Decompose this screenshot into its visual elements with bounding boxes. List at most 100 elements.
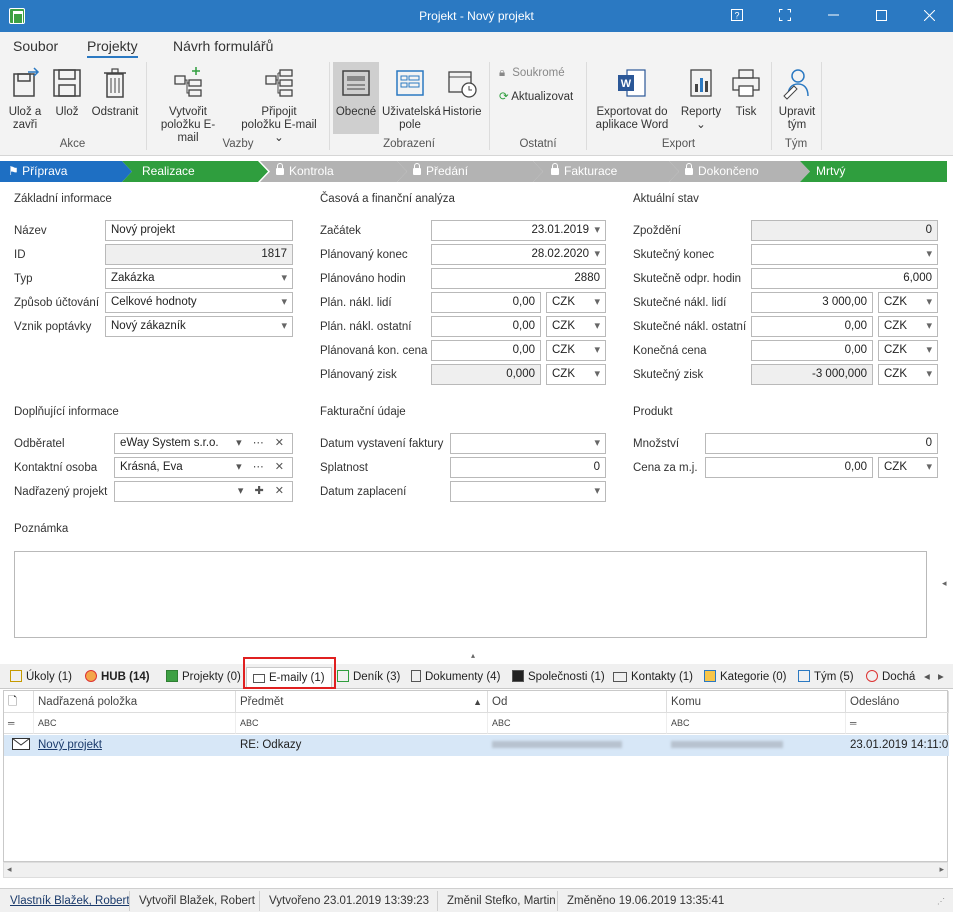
tab-dochazka[interactable]: Dochá <box>866 667 915 688</box>
minimize-button[interactable] <box>810 0 856 32</box>
actual-end-input[interactable] <box>751 244 938 265</box>
scroll-right-icon[interactable]: ▸ <box>939 864 944 875</box>
note-textarea[interactable] <box>14 551 927 638</box>
qty-input[interactable]: 0 <box>705 433 938 454</box>
save-button[interactable]: Ulož <box>50 66 84 119</box>
maximize-button[interactable] <box>858 0 904 32</box>
tab-denik[interactable]: Deník (3) <box>337 667 400 688</box>
col-parent[interactable]: Nadřazená položka <box>34 691 236 713</box>
issue-date-input[interactable] <box>450 433 606 454</box>
row-sent[interactable]: 23.01.2019 14:11:0 <box>846 735 949 756</box>
user-fields-button[interactable]: Uživatelská pole <box>382 66 441 132</box>
save-close-button[interactable]: Ulož a zavři <box>4 66 46 132</box>
tabs-scroll-left-icon[interactable]: ◂ <box>924 667 930 688</box>
horizontal-scrollbar[interactable]: ◂ ▸ <box>3 862 948 878</box>
step-realizace[interactable]: Realizace <box>122 161 268 182</box>
col-to[interactable]: Komu <box>667 691 846 713</box>
general-view-button[interactable]: Obecné <box>333 62 379 134</box>
export-word-button[interactable]: W Exportovat do aplikace Word <box>592 66 672 132</box>
tab-spolecnosti[interactable]: Společnosti (1) <box>512 667 605 688</box>
planned-hours-input[interactable]: 2880 <box>431 268 606 289</box>
tabs-scroll-right-icon[interactable]: ▸ <box>938 667 944 688</box>
step-predani[interactable]: Předání <box>397 161 543 182</box>
filter-subject[interactable]: ABC <box>236 713 488 734</box>
plan-cost-people-currency[interactable]: CZK <box>546 292 606 313</box>
billing-select[interactable]: Celkové hodnoty <box>105 292 293 313</box>
step-kontrola[interactable]: Kontrola <box>260 161 407 182</box>
lookup-tools[interactable]: ▾ ✚ ✕ <box>238 482 288 501</box>
plan-profit-currency[interactable]: CZK <box>546 364 606 385</box>
step-priprava[interactable]: ⚑ Příprava <box>0 161 132 182</box>
actual-cost-other-input[interactable]: 0,00 <box>751 316 873 337</box>
create-email-button[interactable]: Vytvořit položku E-mail <box>152 66 224 145</box>
tab-ukoly[interactable]: Úkoly (1) <box>10 667 72 688</box>
actual-cost-people-input[interactable]: 3 000,00 <box>751 292 873 313</box>
paid-date-input[interactable] <box>450 481 606 502</box>
customer-lookup[interactable]: eWay System s.r.o. ▾ ⋯ ✕ <box>114 433 293 454</box>
attach-email-button[interactable]: Připojit položku E-mail ⌄ <box>236 66 322 145</box>
plan-final-price-currency[interactable]: CZK <box>546 340 606 361</box>
actual-cost-people-currency[interactable]: CZK <box>878 292 938 313</box>
filter-to[interactable]: ABC <box>667 713 846 734</box>
refresh-button[interactable]: ⟳ Aktualizovat <box>499 91 573 104</box>
filter-sent-equals-icon[interactable]: ═ <box>846 713 949 734</box>
tab-navrh-formularu[interactable]: Návrh formulářů <box>173 38 273 54</box>
start-date-input[interactable]: 23.01.2019 <box>431 220 606 241</box>
resize-grip-icon[interactable]: ⋰ <box>937 897 945 906</box>
plan-final-price-input[interactable]: 0,00 <box>431 340 541 361</box>
fullscreen-icon[interactable] <box>762 0 808 32</box>
final-price-currency[interactable]: CZK <box>878 340 938 361</box>
row-subject[interactable]: RE: Odkazy <box>236 735 488 756</box>
step-dokonceno[interactable]: Dokončeno <box>669 161 810 182</box>
col-subject[interactable]: Předmět ▲ <box>236 691 488 713</box>
tab-emaily[interactable]: E-maily (1) <box>246 667 332 688</box>
step-fakturace[interactable]: Fakturace <box>533 161 679 182</box>
tab-dokumenty[interactable]: Dokumenty (4) <box>411 667 500 688</box>
tab-hub[interactable]: HUB (14) <box>85 667 150 688</box>
step-mrtvy[interactable]: Mrtvý <box>800 161 947 182</box>
parent-project-lookup[interactable]: ▾ ✚ ✕ <box>114 481 293 502</box>
actual-profit-currency[interactable]: CZK <box>878 364 938 385</box>
filter-parent[interactable]: ABC <box>34 713 236 734</box>
plan-cost-other-currency[interactable]: CZK <box>546 316 606 337</box>
due-input[interactable]: 0 <box>450 457 606 478</box>
table-row[interactable] <box>4 735 34 756</box>
final-price-input[interactable]: 0,00 <box>751 340 873 361</box>
actual-cost-other-currency[interactable]: CZK <box>878 316 938 337</box>
delete-button[interactable]: Odstranit <box>90 66 140 119</box>
owner-link[interactable]: Vlastník Blažek, Robert <box>10 895 130 907</box>
actual-hours-input[interactable]: 6,000 <box>751 268 938 289</box>
plan-cost-people-input[interactable]: 0,00 <box>431 292 541 313</box>
tab-soubor[interactable]: Soubor <box>13 38 58 54</box>
tab-tym[interactable]: Tým (5) <box>798 667 854 688</box>
tab-kontakty[interactable]: Kontakty (1) <box>613 667 693 688</box>
edit-team-button[interactable]: Upravit tým <box>776 66 818 132</box>
print-button[interactable]: Tisk <box>728 66 764 119</box>
unit-price-input[interactable]: 0,00 <box>705 457 873 478</box>
tab-projekty[interactable]: Projekty <box>87 38 138 58</box>
splitter-up-arrow-icon[interactable]: ▴ <box>471 651 475 660</box>
help-icon[interactable]: ? <box>714 0 760 32</box>
col-from[interactable]: Od <box>488 691 667 713</box>
plan-cost-other-input[interactable]: 0,00 <box>431 316 541 337</box>
scroll-left-icon[interactable]: ◂ <box>7 864 12 875</box>
planned-end-input[interactable]: 28.02.2020 <box>431 244 606 265</box>
close-button[interactable] <box>906 0 952 32</box>
col-sent[interactable]: Odesláno <box>846 691 949 713</box>
row-parent-link[interactable]: Nový projekt <box>34 735 236 756</box>
collapse-panel-arrow-icon[interactable]: ◂ <box>942 578 947 589</box>
type-select[interactable]: Zakázka <box>105 268 293 289</box>
origin-select[interactable]: Nový zákazník <box>105 316 293 337</box>
filter-equals-icon[interactable]: ═ <box>4 713 34 734</box>
contact-lookup[interactable]: Krásná, Eva ▾ ⋯ ✕ <box>114 457 293 478</box>
filter-from[interactable]: ABC <box>488 713 667 734</box>
unit-price-currency[interactable]: CZK <box>878 457 938 478</box>
lookup-tools[interactable]: ▾ ⋯ ✕ <box>236 458 288 477</box>
tab-kategorie[interactable]: Kategorie (0) <box>704 667 786 688</box>
name-input[interactable]: Nový projekt <box>105 220 293 241</box>
history-button[interactable]: Historie <box>440 66 484 119</box>
private-button[interactable]: 🔒︎ Soukromé <box>499 67 565 80</box>
reports-button[interactable]: Reporty ⌄ <box>678 66 724 132</box>
tab-projekty-related[interactable]: Projekty (0) <box>166 667 241 688</box>
lookup-tools[interactable]: ▾ ⋯ ✕ <box>236 434 288 453</box>
